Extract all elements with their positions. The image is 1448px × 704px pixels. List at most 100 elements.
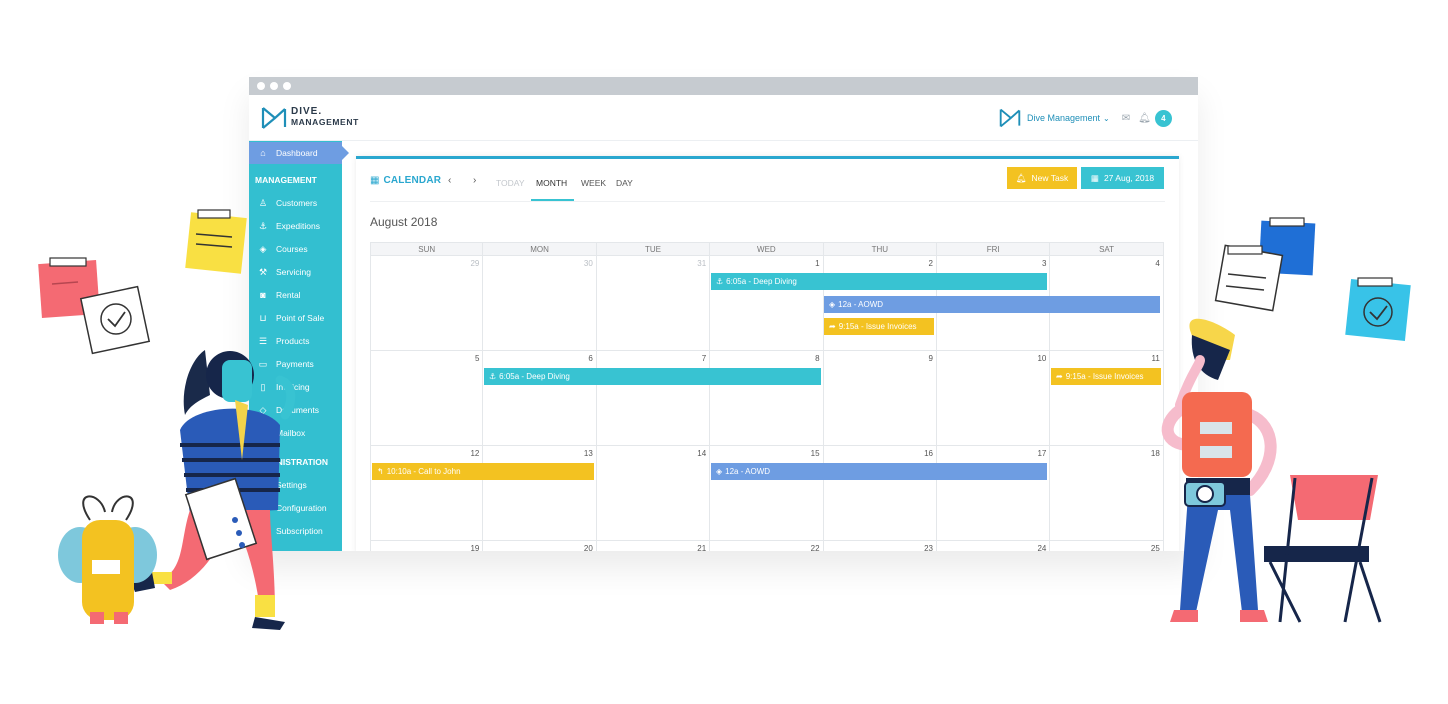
today-button[interactable]: TODAY xyxy=(496,178,525,188)
mail-icon[interactable]: ✉ xyxy=(1122,113,1130,124)
sidebar-item-label: Dashboard xyxy=(276,148,318,158)
month-grid: SUN MON TUE WED THU FRI SAT 29 30 31 1 2… xyxy=(370,242,1164,551)
day-number: 1 xyxy=(815,259,820,268)
yellow-sticky-note-icon xyxy=(185,209,247,274)
woman-with-clipboard-illustration xyxy=(38,209,296,630)
checklist-note-icon xyxy=(79,285,151,355)
day-cell[interactable]: 16 xyxy=(823,446,937,541)
window-titlebar xyxy=(249,77,1198,95)
header-divider xyxy=(370,201,1165,202)
calendar-event[interactable]: ◈ 12a - AOWD xyxy=(824,296,1160,313)
new-task-button[interactable]: 🔔︎ New Task xyxy=(1007,167,1077,189)
event-label: 6:05a - Deep Diving xyxy=(499,372,570,381)
day-number: 12 xyxy=(470,449,480,458)
calendar-panel: ▦ CALENDAR ‹ › TODAY MONTH WEEK DAY 🔔︎ N… xyxy=(356,156,1179,551)
calendar-event[interactable]: ⚓︎ 6:05a - Deep Diving xyxy=(484,368,821,385)
day-number: 14 xyxy=(697,449,707,458)
day-number: 21 xyxy=(697,544,707,551)
day-cell[interactable]: 23 xyxy=(824,541,937,551)
app-logo[interactable]: DIVE. MANAGEMENT xyxy=(261,105,371,133)
day-cell[interactable]: 10 xyxy=(937,351,1051,446)
day-number: 5 xyxy=(474,354,480,363)
share-icon: ➦ xyxy=(1056,372,1063,381)
day-cell[interactable]: 13 xyxy=(483,446,597,541)
day-cell[interactable]: 22 xyxy=(710,541,824,551)
day-cell[interactable]: 12 xyxy=(370,446,484,541)
day-number: 19 xyxy=(470,544,480,551)
day-cell[interactable]: 9 xyxy=(823,351,937,446)
date-picker-button[interactable]: ▦ 27 Aug, 2018 xyxy=(1081,167,1164,189)
diver-with-camera-illustration xyxy=(1161,217,1411,623)
event-label: 9:15a - Issue Invoices xyxy=(1065,372,1144,381)
day-number: 22 xyxy=(810,544,820,551)
day-cell[interactable]: 24 xyxy=(937,541,1051,551)
calendar-event[interactable]: ➦ 9:15a - Issue Invoices xyxy=(824,318,934,335)
day-number: 30 xyxy=(583,259,593,268)
calendar-header: ▦ CALENDAR xyxy=(370,175,441,186)
day-cell[interactable]: 15 xyxy=(710,446,824,541)
calendar-event[interactable]: ◈ 12a - AOWD xyxy=(711,463,1047,480)
weekday-header: WED xyxy=(710,242,824,256)
day-cell[interactable]: 31 xyxy=(596,256,711,351)
prev-month-button[interactable]: ‹ xyxy=(448,175,451,186)
weekday-header: THU xyxy=(823,242,937,256)
account-menu[interactable]: Dive Management ⌄ ✉ 🔔︎ 4 xyxy=(999,105,1172,131)
next-month-button[interactable]: › xyxy=(473,175,476,186)
calendar-event[interactable]: ↰ 10:10a - Call to John xyxy=(372,463,594,480)
section-management: MANAGEMENT xyxy=(255,175,317,185)
calendar-title: CALENDAR xyxy=(383,175,442,186)
tab-month[interactable]: MONTH xyxy=(536,178,567,188)
day-number: 13 xyxy=(583,449,593,458)
day-number: 7 xyxy=(701,354,707,363)
event-label: 6:05a - Deep Diving xyxy=(726,277,797,286)
day-number: 29 xyxy=(470,259,480,268)
day-number: 6 xyxy=(588,354,593,363)
logo-line2: MANAGEMENT xyxy=(291,117,359,127)
tab-day[interactable]: DAY xyxy=(616,178,633,188)
date-picker-label: 27 Aug, 2018 xyxy=(1103,173,1155,183)
window-dot xyxy=(283,82,291,90)
chair-icon xyxy=(1264,475,1382,623)
day-cell[interactable]: 8 xyxy=(710,351,824,446)
app-window: DIVE. MANAGEMENT Dive Management ⌄ ✉ 🔔︎ … xyxy=(249,77,1198,551)
day-cell[interactable]: 19 xyxy=(370,541,484,551)
day-number: 3 xyxy=(1041,259,1047,268)
day-cell[interactable]: 20 xyxy=(483,541,597,551)
weekday-header: SUN xyxy=(370,242,484,256)
logo-mark-icon xyxy=(261,107,287,129)
day-number: 17 xyxy=(1037,449,1047,458)
day-cell[interactable]: 21 xyxy=(597,541,711,551)
day-cell[interactable]: 14 xyxy=(596,446,711,541)
window-dot xyxy=(270,82,278,90)
event-label: 12a - AOWD xyxy=(725,467,771,476)
day-number: 10 xyxy=(1037,354,1047,363)
day-cell[interactable]: 29 xyxy=(370,256,484,351)
anchor-icon: ⚓︎ xyxy=(489,372,497,381)
month-label: August 2018 xyxy=(370,215,438,229)
event-label: 10:10a - Call to John xyxy=(386,467,461,476)
day-cell[interactable]: 30 xyxy=(483,256,597,351)
day-cell[interactable]: 1 xyxy=(710,256,824,351)
anchor-icon: ⚓︎ xyxy=(716,277,724,286)
day-cell[interactable]: 5 xyxy=(370,351,484,446)
chevron-down-icon[interactable]: ⌄ xyxy=(1103,114,1110,123)
bell-icon[interactable]: 🔔︎ xyxy=(1138,113,1151,124)
day-cell[interactable]: 6 xyxy=(483,351,597,446)
logo-text: DIVE. MANAGEMENT xyxy=(291,107,359,128)
scuba-tank-icon xyxy=(58,495,157,624)
calendar-icon: ▦ xyxy=(1090,172,1099,183)
day-number: 23 xyxy=(924,544,933,551)
sidebar-item-dashboard[interactable]: ⌂ Dashboard xyxy=(249,142,349,164)
calendar-event[interactable]: ⚓︎ 6:05a - Deep Diving xyxy=(711,273,1047,290)
account-name[interactable]: Dive Management xyxy=(1027,113,1100,123)
day-number: 24 xyxy=(1037,544,1047,551)
notification-badge[interactable]: 4 xyxy=(1154,109,1172,127)
day-cell[interactable]: 17 xyxy=(937,446,1051,541)
day-number: 16 xyxy=(924,449,933,458)
tab-week[interactable]: WEEK xyxy=(581,178,606,188)
checklist-sticky-notes-icon xyxy=(1214,217,1411,341)
day-cell[interactable]: 7 xyxy=(596,351,711,446)
window-dot xyxy=(257,82,265,90)
account-logo-icon xyxy=(999,108,1021,128)
weekday-header: FRI xyxy=(937,242,1051,256)
